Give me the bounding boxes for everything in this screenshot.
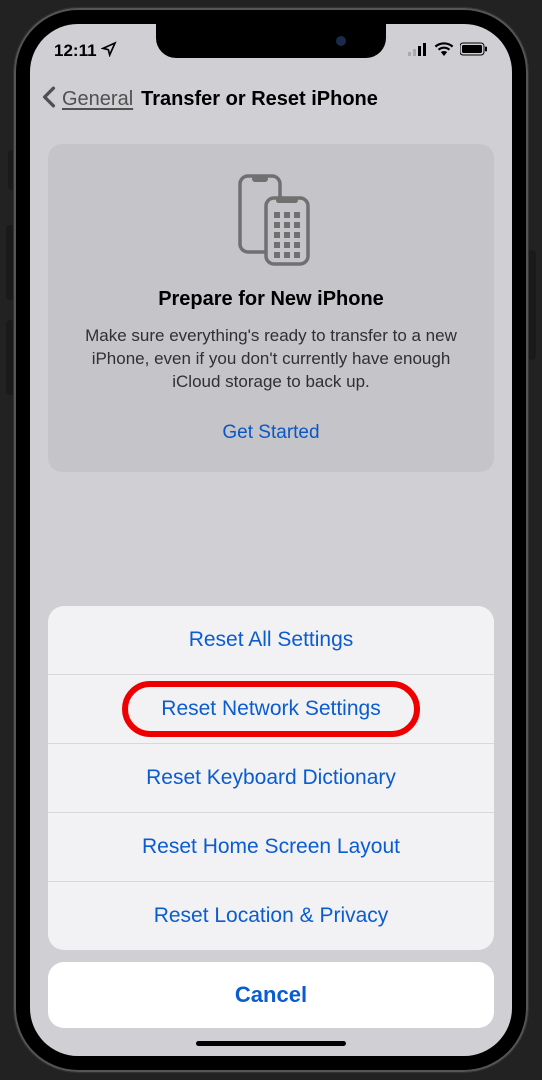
cancel-label: Cancel (235, 982, 307, 1007)
reset-home-screen-layout-option[interactable]: Reset Home Screen Layout (48, 813, 494, 882)
reset-network-settings-option[interactable]: Reset Network Settings (48, 675, 494, 744)
phone-frame: 12:11 (14, 8, 528, 1072)
cellular-signal-icon (408, 42, 428, 61)
front-camera-icon (336, 36, 346, 46)
reset-all-settings-option[interactable]: Reset All Settings (48, 606, 494, 675)
sheet-item-label: Reset All Settings (189, 628, 354, 651)
reset-options-group: Reset All Settings Reset Network Setting… (48, 606, 494, 950)
reset-location-privacy-option[interactable]: Reset Location & Privacy (48, 882, 494, 950)
power-button[interactable] (528, 250, 536, 360)
wifi-icon (434, 42, 454, 61)
sheet-item-label: Reset Keyboard Dictionary (146, 766, 396, 789)
screen: 12:11 (30, 24, 512, 1056)
location-icon (101, 41, 117, 62)
home-indicator[interactable] (196, 1041, 346, 1046)
cancel-button[interactable]: Cancel (48, 962, 494, 1028)
battery-icon (460, 42, 488, 61)
sheet-item-label: Reset Network Settings (161, 697, 380, 720)
sheet-item-label: Reset Location & Privacy (154, 904, 389, 927)
reset-action-sheet: Reset All Settings Reset Network Setting… (48, 606, 494, 1028)
reset-keyboard-dictionary-option[interactable]: Reset Keyboard Dictionary (48, 744, 494, 813)
notch (156, 24, 386, 58)
volume-down-button[interactable] (6, 320, 14, 395)
status-time: 12:11 (54, 41, 97, 61)
volume-up-button[interactable] (6, 225, 14, 300)
sheet-item-label: Reset Home Screen Layout (142, 835, 400, 858)
